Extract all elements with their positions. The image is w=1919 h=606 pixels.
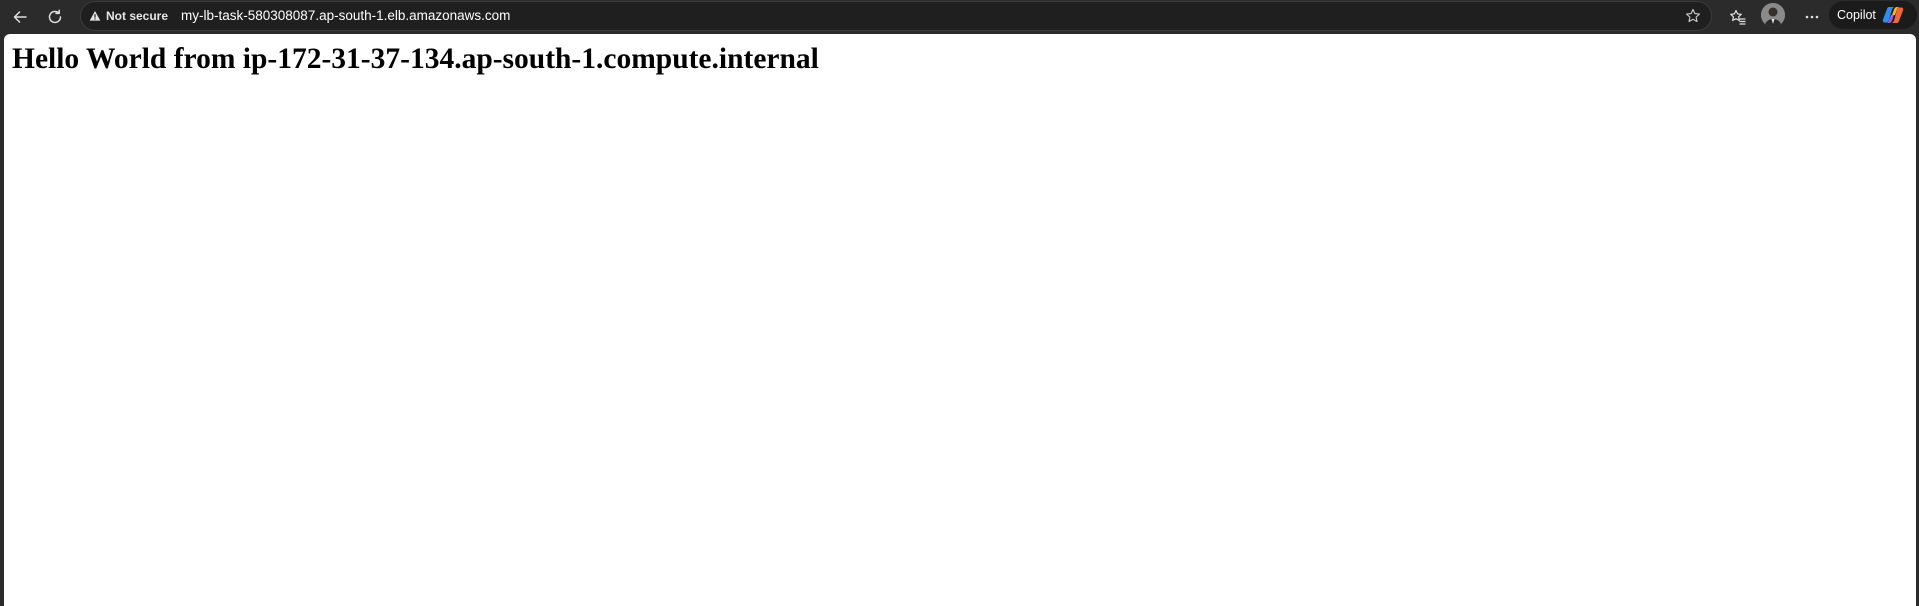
security-indicator[interactable]: Not secure — [89, 2, 168, 30]
profile-icon — [1761, 3, 1785, 27]
favorites-icon — [1730, 9, 1746, 25]
address-bar[interactable]: Not secure my-lb-task-580308087.ap-south… — [80, 1, 1712, 31]
browser-toolbar: Not secure my-lb-task-580308087.ap-south… — [0, 0, 1919, 34]
copilot-label: Copilot — [1837, 8, 1876, 22]
page-viewport: Hello World from ip-172-31-37-134.ap-sou… — [4, 34, 1916, 606]
avatar[interactable] — [1761, 3, 1785, 27]
add-favorite-button[interactable] — [1683, 6, 1703, 26]
copilot-icon — [1882, 7, 1904, 23]
url-text[interactable]: my-lb-task-580308087.ap-south-1.elb.amaz… — [181, 2, 510, 30]
favorites-button[interactable] — [1724, 3, 1752, 31]
star-icon — [1686, 8, 1700, 23]
back-arrow-icon — [13, 11, 27, 23]
refresh-icon — [48, 9, 62, 24]
back-button[interactable] — [6, 3, 34, 31]
copilot-button[interactable]: Copilot — [1829, 1, 1917, 29]
refresh-button[interactable] — [41, 3, 69, 31]
warning-triangle-icon — [89, 11, 101, 21]
more-button[interactable] — [1798, 3, 1826, 31]
page-heading: Hello World from ip-172-31-37-134.ap-sou… — [12, 43, 819, 75]
security-label: Not secure — [106, 9, 169, 23]
more-icon — [1805, 15, 1819, 19]
